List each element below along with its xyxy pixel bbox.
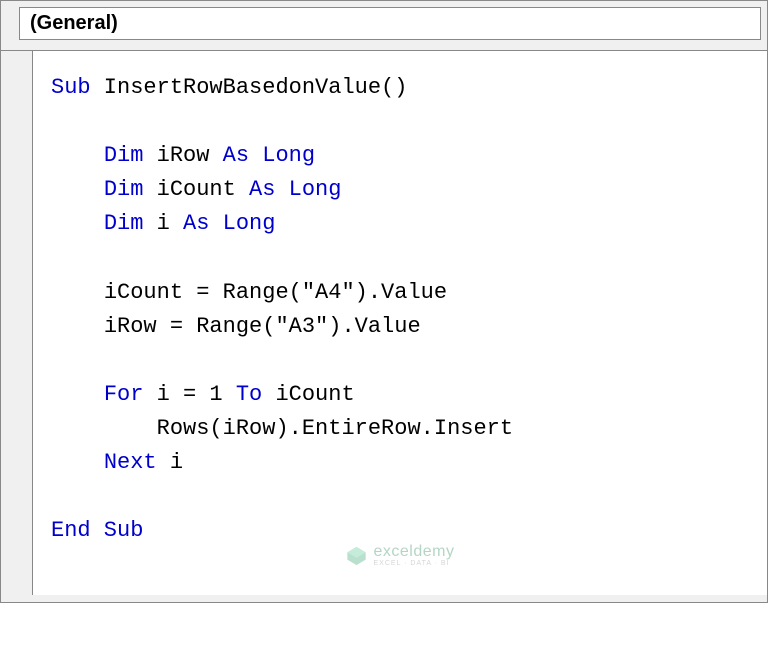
var-icount: iCount [143,177,249,202]
indent [51,143,104,168]
insert-statement: Rows(iRow).EntireRow.Insert [157,416,513,441]
next-var: i [157,450,183,475]
assign-icount: iCount = Range("A4").Value [104,280,447,305]
keyword-dim: Dim [104,143,144,168]
scope-dropdown-label: (General) [30,12,118,34]
keyword-end-sub: End Sub [51,518,143,543]
var-irow: iRow [143,143,222,168]
indent [51,416,157,441]
watermark: exceldemy EXCEL · DATA · BI [346,544,455,567]
indent [51,382,104,407]
for-limit: iCount [262,382,354,407]
keyword-for: For [104,382,144,407]
code-gutter [1,51,33,595]
watermark-text: exceldemy EXCEL · DATA · BI [374,544,455,567]
code-area: Sub InsertRowBasedonValue() Dim iRow As … [1,50,767,595]
keyword-as-long: As Long [249,177,341,202]
indent [51,314,104,339]
keyword-dim: Dim [104,211,144,236]
var-i: i [143,211,183,236]
indent [51,211,104,236]
procedure-name: InsertRowBasedonValue() [91,75,408,100]
indent [51,450,104,475]
scope-dropdown[interactable]: (General) [19,7,761,40]
watermark-subtitle: EXCEL · DATA · BI [374,560,455,567]
code-pane[interactable]: Sub InsertRowBasedonValue() Dim iRow As … [33,51,767,595]
keyword-as-long: As Long [223,143,315,168]
indent [51,280,104,305]
watermark-logo-icon [346,545,368,567]
keyword-to: To [236,382,262,407]
indent [51,177,104,202]
keyword-dim: Dim [104,177,144,202]
watermark-title: exceldemy [374,544,455,560]
keyword-next: Next [104,450,157,475]
keyword-as-long: As Long [183,211,275,236]
editor-frame: (General) Sub InsertRowBasedonValue() Di… [0,0,768,603]
keyword-sub: Sub [51,75,91,100]
assign-irow: iRow = Range("A3").Value [104,314,421,339]
for-init: i = 1 [143,382,235,407]
